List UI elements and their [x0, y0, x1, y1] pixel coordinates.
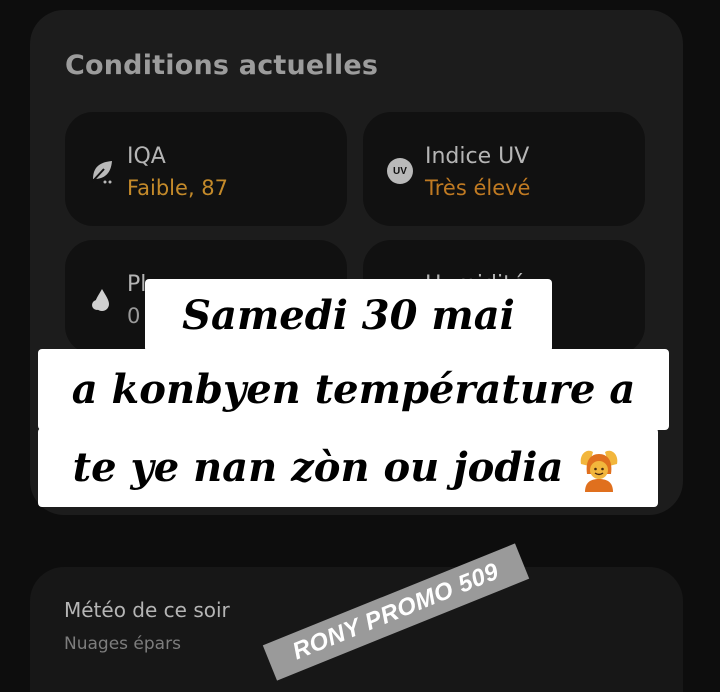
tonight-title: Météo de ce soir [64, 598, 230, 622]
person-gesturing-ok-emoji [575, 444, 623, 492]
caption-line-3-text: te ye nan zòn ou jodia [72, 443, 564, 491]
uv-index-value: Très élevé [425, 176, 531, 200]
precipitation-value: 0 [127, 304, 141, 328]
uv-index-label: Indice UV [425, 144, 530, 169]
aqi-label: IQA [127, 144, 166, 169]
tonight-subtitle: Nuages épars [64, 634, 181, 654]
uv-icon: UV [385, 156, 415, 186]
section-title: Conditions actuelles [65, 50, 379, 81]
leaf-icon [87, 156, 117, 186]
caption-line-2: a konbyen température a [38, 349, 669, 430]
caption-line-1: Samedi 30 mai [145, 279, 552, 352]
uv-badge: UV [387, 158, 413, 184]
precipitation-label: Pl [127, 272, 147, 297]
caption-line-2-text: a konbyen température a [71, 365, 636, 413]
uv-index-tile[interactable]: UV Indice UV Très élevé [363, 112, 645, 226]
aqi-tile[interactable]: IQA Faible, 87 [65, 112, 347, 226]
caption-line-1-text: Samedi 30 mai [182, 291, 515, 339]
aqi-value: Faible, 87 [127, 176, 229, 200]
caption-line-3: te ye nan zòn ou jodia [38, 428, 658, 507]
rain-drop-icon [87, 284, 117, 314]
